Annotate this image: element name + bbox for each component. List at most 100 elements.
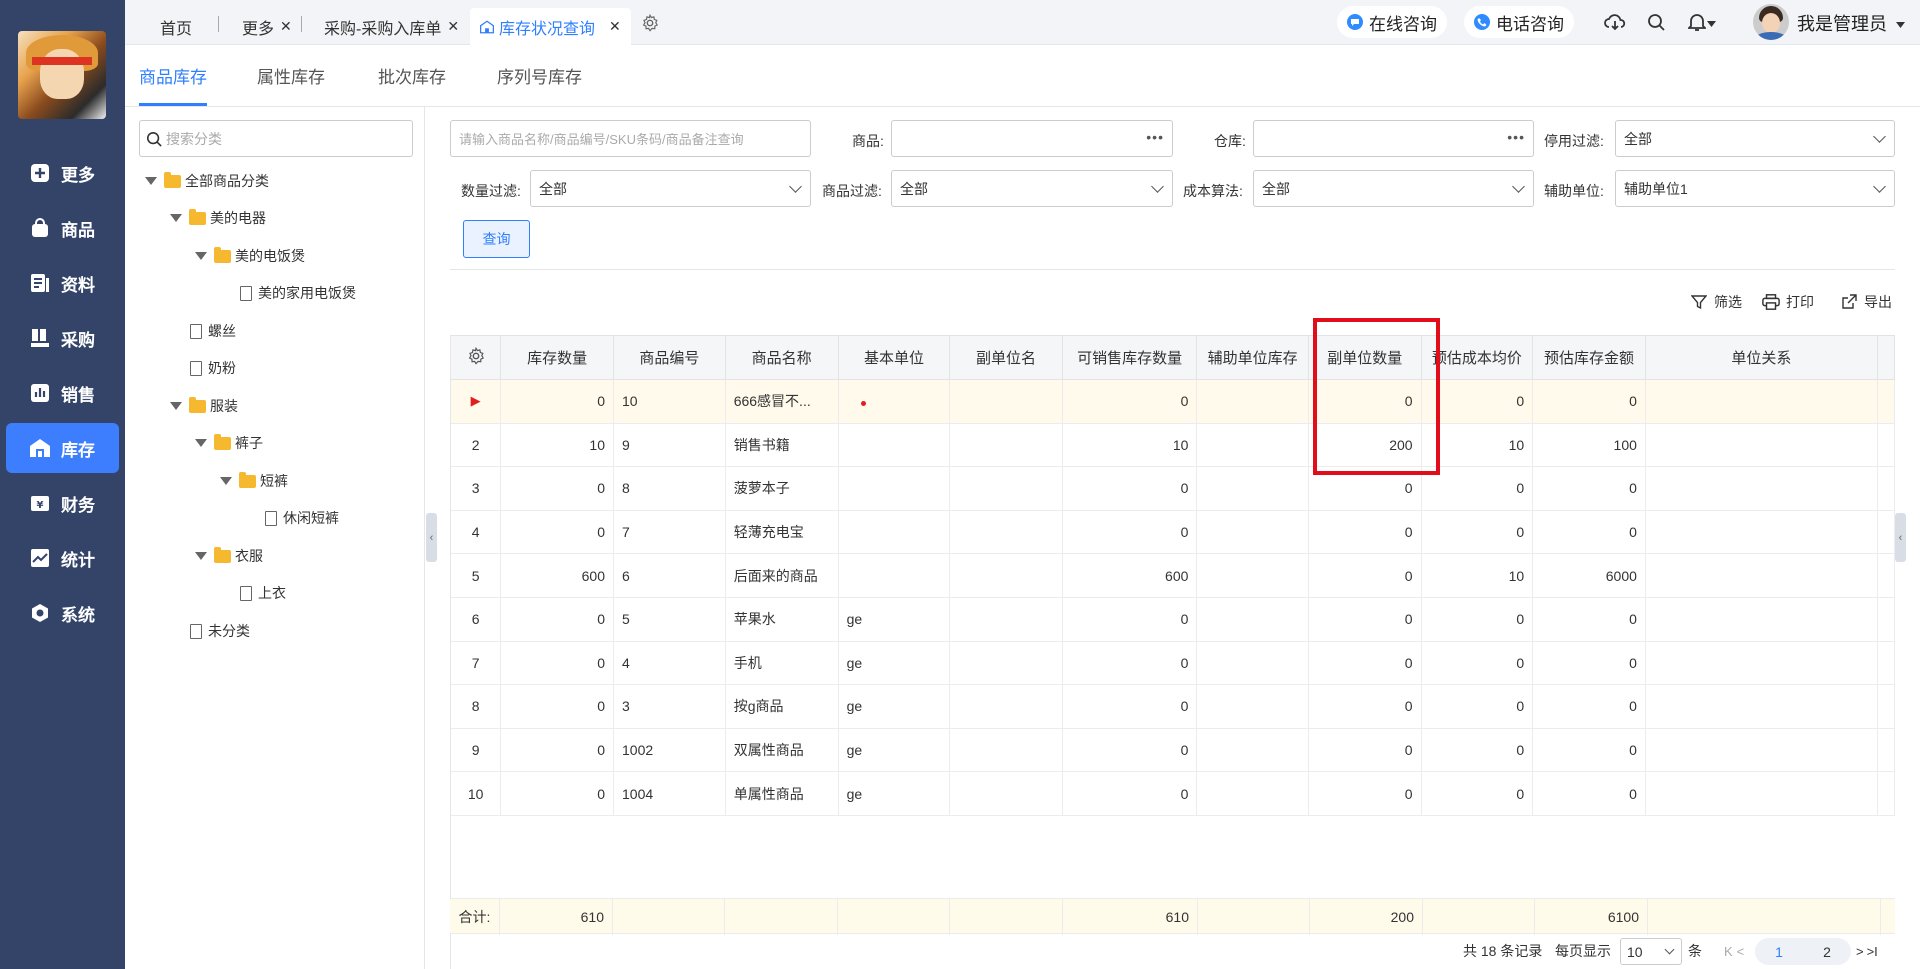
table-row[interactable]: 7 0 4 手机 ge 0 0 0 0	[451, 641, 1896, 686]
column-header[interactable]: 副单位名	[949, 335, 1063, 380]
page-number[interactable]: 2	[1803, 944, 1851, 960]
cell-sub-unit	[949, 510, 1063, 555]
column-header[interactable]: 商品编号	[613, 335, 726, 380]
close-icon[interactable]: ✕	[280, 18, 292, 35]
tree-node[interactable]: 服装	[170, 395, 238, 417]
table-row[interactable]: 10 0 1004 单属性商品 ge 0 0 0 0	[451, 771, 1896, 816]
column-header[interactable]: 基本单位	[838, 335, 951, 380]
page-number[interactable]: 1	[1755, 944, 1803, 960]
column-header[interactable]: 辅助单位库存	[1196, 335, 1309, 380]
column-header[interactable]: 预估成本均价	[1421, 335, 1534, 380]
product-filter-select[interactable]: 全部	[891, 170, 1173, 207]
sidebar-item-sales[interactable]: 销售	[6, 368, 119, 418]
filter-button[interactable]: 筛选	[1690, 292, 1742, 312]
first-page-icon[interactable]: K	[1724, 944, 1733, 959]
gear-icon[interactable]	[467, 346, 485, 365]
print-button[interactable]: 打印	[1762, 292, 1814, 312]
column-header[interactable]: 单位关系	[1645, 335, 1878, 380]
sidebar-item-system[interactable]: 系统	[6, 588, 119, 638]
tree-node[interactable]: 美的电饭煲	[195, 245, 305, 267]
tree-node[interactable]: 衣服	[195, 545, 263, 567]
column-header[interactable]: 副单位数量	[1308, 335, 1422, 380]
search-icon[interactable]	[1644, 10, 1668, 34]
expand-arrow-icon[interactable]	[220, 477, 232, 485]
caret-down-icon[interactable]	[1705, 12, 1717, 36]
column-header[interactable]: 库存数量	[500, 335, 614, 380]
ellipsis-icon[interactable]: •••	[1507, 129, 1525, 145]
gear-icon[interactable]	[638, 11, 662, 35]
table-row[interactable]: 4 0 7 轻薄充电宝 0 0 0 0	[451, 510, 1896, 555]
tree-node[interactable]: 美的家用电饭煲	[240, 282, 356, 304]
cost-method-select[interactable]: 全部	[1253, 170, 1534, 207]
tree-node[interactable]: 未分类	[190, 620, 250, 642]
tree-node[interactable]: 上衣	[240, 582, 286, 604]
cloud-download-icon[interactable]	[1603, 10, 1627, 34]
expand-arrow-icon[interactable]	[145, 177, 157, 185]
cell-amount: 0	[1532, 684, 1646, 729]
sidebar-item-more[interactable]: 更多	[6, 148, 119, 198]
expand-arrow-icon[interactable]	[195, 439, 207, 447]
phone-consult-button[interactable]: 电话咨询	[1464, 6, 1574, 38]
qty-filter-select[interactable]: 全部	[530, 170, 811, 207]
user-name[interactable]: 我是管理员	[1797, 10, 1906, 36]
tab-batch-stock[interactable]: 批次库存	[378, 63, 446, 88]
query-button[interactable]: 查询	[463, 220, 530, 258]
close-icon[interactable]: ✕	[447, 18, 459, 35]
keyword-search-input[interactable]: 请输入商品名称/商品编号/SKU条码/商品备注查询	[450, 120, 811, 157]
tree-node[interactable]: 短裤	[220, 470, 288, 492]
table-row[interactable]: 2 10 9 销售书籍 10 200 10 100	[451, 423, 1896, 468]
collapse-right-panel-handle[interactable]: ‹	[1895, 513, 1906, 562]
column-header[interactable]: 商品名称	[725, 335, 839, 380]
category-search-input[interactable]: 搜索分类	[139, 120, 413, 157]
sidebar-item-data[interactable]: 资料	[6, 258, 119, 308]
aux-unit-select[interactable]: 辅助单位1	[1615, 170, 1895, 207]
expand-arrow-icon[interactable]	[170, 214, 182, 222]
tree-node[interactable]: 螺丝	[190, 320, 236, 342]
tab-more[interactable]: 更多 ✕	[242, 8, 292, 45]
export-button[interactable]: 导出	[1840, 292, 1892, 312]
tree-node[interactable]: 休闲短裤	[265, 507, 339, 529]
tab-home[interactable]: 首页	[160, 8, 192, 45]
cell-sellable: 0	[1062, 641, 1198, 686]
expand-arrow-icon[interactable]	[170, 402, 182, 410]
last-page-icon[interactable]: >I	[1867, 944, 1878, 959]
table-row[interactable]: 3 0 8 菠萝本子 0 0 0 0	[451, 466, 1896, 511]
tab-attribute-stock[interactable]: 属性库存	[257, 63, 325, 88]
table-row[interactable]: 9 0 1002 双属性商品 ge 0 0 0 0	[451, 728, 1896, 773]
tree-node[interactable]: 全部商品分类	[145, 170, 269, 192]
sidebar-item-inventory[interactable]: 库存	[6, 423, 119, 473]
sidebar-item-finance[interactable]: ¥ 财务	[6, 478, 119, 528]
tree-node[interactable]: 美的电器	[170, 207, 266, 229]
table-row[interactable]: 8 0 3 按g商品 ge 0 0 0 0	[451, 684, 1896, 729]
table-row[interactable]: 5 600 6 后面来的商品 600 0 10 6000	[451, 553, 1896, 598]
sidebar-item-purchase[interactable]: 采购	[6, 313, 119, 363]
column-header[interactable]: 可销售库存数量	[1062, 335, 1198, 380]
tab-purchase-in[interactable]: 采购-采购入库单 ✕	[324, 8, 459, 45]
tab-serial-stock[interactable]: 序列号库存	[497, 63, 582, 88]
column-settings-header[interactable]	[451, 335, 502, 380]
avatar[interactable]	[1753, 4, 1789, 40]
sidebar-item-stats[interactable]: 统计	[6, 533, 119, 583]
ellipsis-icon[interactable]: •••	[1146, 129, 1164, 145]
expand-arrow-icon[interactable]	[195, 252, 207, 260]
page-size-select[interactable]: 10	[1620, 938, 1682, 965]
warehouse-picker-input[interactable]: •••	[1253, 120, 1534, 157]
table-row[interactable]: ▶ 0 10 666感冒不... 0 0 0 0	[451, 379, 1896, 424]
tab-inventory-query[interactable]: 库存状况查询 ✕	[470, 8, 631, 45]
prev-page-icon[interactable]: <	[1737, 944, 1745, 959]
sidebar-item-goods[interactable]: 商品	[6, 203, 119, 253]
cost-method-label: 成本算法:	[1183, 183, 1243, 199]
tree-node[interactable]: 奶粉	[190, 357, 236, 379]
next-page-icon[interactable]: >	[1856, 944, 1864, 959]
collapse-left-panel-handle[interactable]: ‹	[426, 513, 437, 562]
required-dot-icon	[860, 401, 866, 407]
online-consult-button[interactable]: 在线咨询	[1337, 6, 1447, 38]
disabled-filter-select[interactable]: 全部	[1615, 120, 1895, 157]
close-icon[interactable]: ✕	[609, 18, 621, 35]
column-header[interactable]: 预估库存金额	[1532, 335, 1646, 380]
expand-arrow-icon[interactable]	[195, 552, 207, 560]
tree-node[interactable]: 裤子	[195, 432, 263, 454]
tab-goods-stock[interactable]: 商品库存	[139, 63, 207, 88]
product-picker-input[interactable]: •••	[891, 120, 1173, 157]
table-row[interactable]: 6 0 5 苹果水 ge 0 0 0 0	[451, 597, 1896, 642]
